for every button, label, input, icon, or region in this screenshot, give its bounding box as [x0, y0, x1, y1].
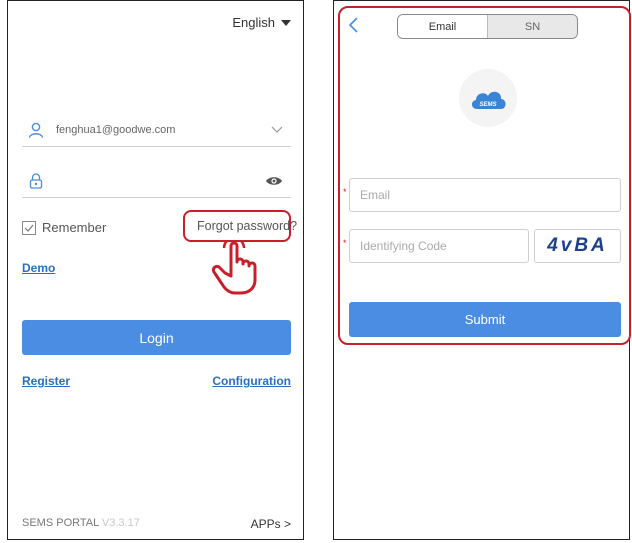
password-field[interactable] [22, 164, 291, 198]
language-label: English [232, 15, 275, 30]
footer-brand: SEMS PORTAL [22, 517, 99, 529]
remember-checkbox[interactable] [22, 220, 36, 235]
register-link[interactable]: Register [22, 374, 70, 388]
caret-down-icon [281, 19, 291, 26]
user-icon [26, 120, 46, 140]
apps-link[interactable]: APPs > [251, 517, 291, 531]
login-button[interactable]: Login [22, 320, 291, 355]
lock-icon [26, 171, 46, 191]
chevron-down-icon[interactable] [271, 126, 283, 134]
demo-link[interactable]: Demo [22, 261, 55, 275]
configuration-link[interactable]: Configuration [212, 374, 291, 388]
account-field[interactable]: fenghua1@goodwe.com [22, 113, 291, 147]
form-highlight [338, 6, 631, 345]
eye-icon[interactable] [265, 175, 283, 187]
remember-option[interactable]: Remember [22, 220, 106, 235]
forgot-password-link[interactable]: Forgot password? [197, 219, 297, 233]
pointing-hand-icon [205, 236, 265, 296]
version-number: V3.3.17 [101, 517, 140, 529]
account-value: fenghua1@goodwe.com [56, 123, 176, 136]
language-selector[interactable]: English [232, 15, 291, 30]
footer-version: SEMS PORTAL V3.3.17 [22, 517, 140, 529]
check-icon [24, 224, 34, 232]
remember-label: Remember [42, 220, 107, 235]
